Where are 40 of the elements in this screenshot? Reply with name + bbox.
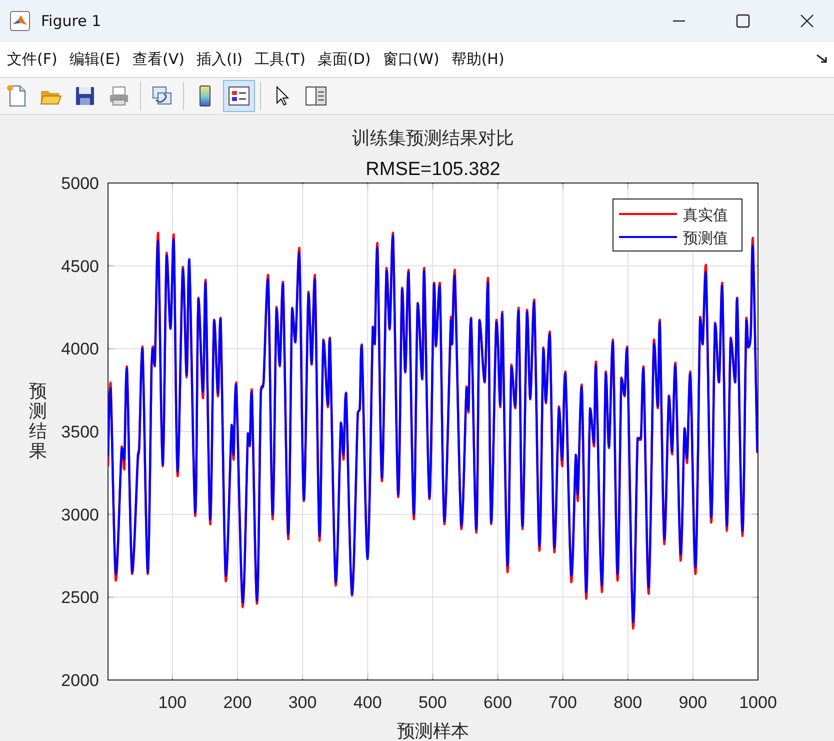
x-tick-label: 600 [484, 693, 512, 712]
chart-title: 训练集预测结果对比 [352, 128, 514, 149]
menu-item[interactable]: 帮助(H) [446, 50, 510, 69]
menu-item[interactable]: 编辑(E) [64, 50, 126, 69]
legend-icon [227, 84, 251, 108]
x-tick-label: 800 [614, 693, 642, 712]
dock-arrow-icon[interactable] [816, 54, 828, 64]
x-tick-label: 700 [548, 693, 577, 712]
y-tick-label: 4500 [61, 256, 99, 276]
menu-item[interactable]: 桌面(D) [312, 50, 376, 69]
close-icon[interactable] [800, 14, 814, 28]
x-tick-label: 1000 [739, 693, 777, 712]
window-title: Figure 1 [41, 12, 102, 30]
menu-item[interactable]: 工具(T) [250, 50, 311, 69]
menu-item[interactable]: 文件(F) [2, 50, 62, 69]
menu-item[interactable]: 插入(I) [192, 50, 248, 69]
y-tick-label: 3500 [61, 422, 99, 442]
y-tick-label: 5000 [61, 174, 99, 193]
y-tick-label: 3000 [61, 505, 99, 524]
menu-item[interactable]: 窗口(W) [378, 50, 444, 69]
x-tick-label: 300 [288, 693, 317, 712]
app-icon [10, 10, 30, 31]
maximize-icon[interactable] [736, 14, 750, 28]
x-tick-label: 400 [353, 693, 382, 712]
y-tick-label: 4000 [61, 340, 99, 359]
chart-subtitle: RMSE=105.382 [366, 159, 500, 180]
y-tick-label: 2500 [61, 588, 99, 608]
legend-button[interactable] [223, 80, 255, 112]
menu-item[interactable]: 查看(V) [128, 50, 190, 69]
y-axis-label: 预测结果 [29, 381, 47, 462]
x-tick-label: 100 [158, 693, 187, 712]
x-tick-label: 200 [223, 693, 252, 712]
printer-icon [107, 84, 131, 108]
legend-label: 预测值 [683, 229, 728, 247]
legend-label: 真实值 [683, 206, 728, 224]
x-tick-label: 500 [418, 693, 447, 712]
x-axis-label: 预测样本 [397, 721, 469, 741]
x-tick-label: 900 [678, 693, 708, 712]
y-tick-label: 2000 [61, 671, 99, 690]
panel-icon [304, 84, 328, 108]
